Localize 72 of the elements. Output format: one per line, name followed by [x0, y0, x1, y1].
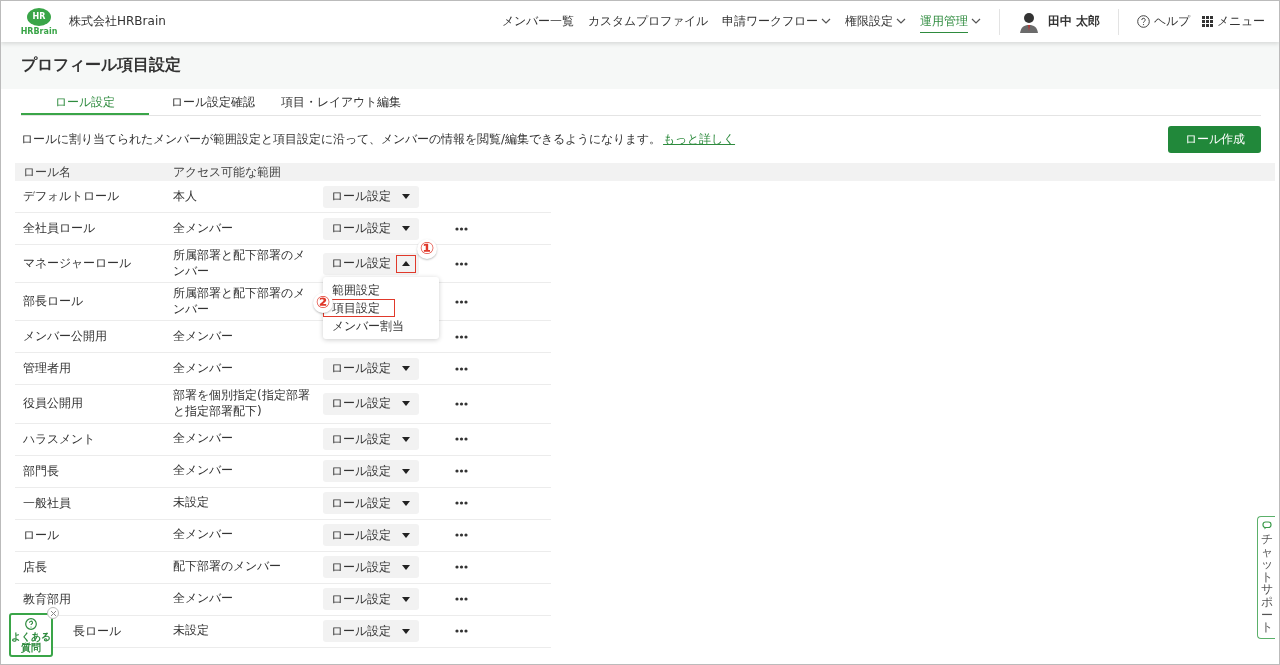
- role-settings-dropdown[interactable]: ロール設定: [323, 620, 419, 643]
- table-cell-text: 所属部署と配下部署のメンバー: [173, 285, 306, 318]
- menu-link[interactable]: メニュー: [1202, 13, 1265, 30]
- table-cell-text: 所属部署と配下部署のメンバー: [173, 247, 306, 280]
- nav-link[interactable]: 申請ワークフロー: [721, 11, 831, 32]
- table-cell-text: 役員公開用: [22, 395, 84, 413]
- table-cell-text: 部長ロール: [22, 293, 84, 311]
- callout-number: ②: [313, 292, 333, 313]
- description-text: ロールに割り当てられたメンバーが範囲設定と項目設定に沿って、メンバーの情報を閲覧/編集できるようになります。 もっと詳しく: [21, 131, 736, 148]
- role-settings-dropdown[interactable]: ロール設定: [323, 460, 419, 483]
- callout-number: ①: [417, 238, 437, 259]
- help-icon: [25, 617, 37, 630]
- table-cell-text: 教育部用: [22, 590, 72, 608]
- table-cell-text: 未設定: [173, 494, 210, 512]
- tab[interactable]: ロール設定: [21, 94, 149, 115]
- table-cell-text: デフォルトロール: [22, 188, 120, 205]
- menu-item[interactable]: メンバー割当: [323, 316, 413, 335]
- role-settings-dropdown[interactable]: ロール設定: [323, 217, 419, 240]
- chat-support-tab[interactable]: チャットサポート: [1257, 516, 1275, 639]
- table-cell-text: ロール: [22, 526, 60, 544]
- table-cell-text: 配下部署のメンバー: [173, 558, 282, 576]
- table-cell-text: 全社員ロール: [22, 220, 96, 237]
- column-header: アクセス可能な範囲: [173, 163, 281, 181]
- role-settings-dropdown[interactable]: ロール設定: [323, 392, 419, 415]
- avatar-icon: [1017, 10, 1040, 33]
- table-cell-text: メンバー公開用: [22, 328, 108, 346]
- table-cell-text: 全メンバー: [173, 462, 234, 480]
- close-icon: [49, 609, 57, 617]
- table-cell-text: 全メンバー: [173, 590, 234, 608]
- table-cell-text: 管理者用: [22, 360, 72, 378]
- nav-link[interactable]: メンバー一覧: [501, 11, 574, 32]
- table-cell-text: マネージャーロール: [22, 255, 132, 273]
- role-settings-dropdown[interactable]: ロール設定: [323, 588, 419, 611]
- role-settings-dropdown[interactable]: ロール設定: [323, 357, 419, 380]
- table-cell-text: 長ロール: [72, 622, 122, 640]
- user-name[interactable]: 田中 太郎: [1047, 13, 1100, 30]
- nav-link[interactable]: 権限設定: [844, 11, 906, 32]
- logo-mark: HR: [27, 7, 51, 26]
- table-cell-text: 部門長: [22, 462, 60, 480]
- table-cell-text: 全メンバー: [173, 526, 234, 544]
- table-cell-text: 本人: [173, 187, 198, 205]
- role-settings-dropdown[interactable]: ロール設定: [323, 492, 419, 515]
- close-button[interactable]: [47, 607, 59, 619]
- table-cell-text: 全メンバー: [173, 219, 234, 237]
- nav-link[interactable]: 運用管理: [919, 10, 981, 33]
- table-cell-text: 全メンバー: [173, 328, 234, 346]
- company-name: 株式会社HRBrain: [69, 13, 166, 30]
- role-settings-dropdown[interactable]: ロール設定: [323, 524, 419, 547]
- column-header: ロール名: [22, 163, 72, 181]
- nav-link[interactable]: カスタムプロファイル: [587, 11, 708, 32]
- table-cell-text: 全メンバー: [173, 360, 234, 378]
- tab[interactable]: 項目・レイアウト編集: [277, 94, 405, 115]
- create-role-button[interactable]: ロール作成: [1168, 126, 1261, 153]
- learn-more-link[interactable]: もっと詳しく: [663, 132, 736, 146]
- help-icon: [1137, 15, 1150, 28]
- role-settings-dropdown[interactable]: ロール設定: [323, 428, 419, 451]
- grid-menu-icon: [1202, 16, 1213, 27]
- role-settings-dropdown[interactable]: ロール設定: [323, 252, 419, 275]
- help-link[interactable]: ヘルプ: [1137, 13, 1190, 30]
- chat-bubble-icon: [1261, 521, 1272, 530]
- logo-wordmark: HRBrain: [20, 26, 58, 36]
- table-cell-text: 部署を個別指定(指定部署と指定部署配下): [173, 387, 311, 420]
- faq-widget[interactable]: よくある質問: [9, 613, 53, 657]
- role-settings-dropdown[interactable]: ロール設定: [323, 185, 419, 208]
- page-title: プロフィール項目設定: [21, 55, 181, 76]
- table-cell-text: 店長: [22, 558, 48, 576]
- table-cell-text: 一般社員: [22, 494, 72, 512]
- table-cell-text: 全メンバー: [173, 430, 234, 448]
- table-cell-text: ハラスメント: [22, 430, 96, 448]
- role-settings-dropdown[interactable]: ロール設定: [323, 556, 419, 579]
- tab[interactable]: ロール設定確認: [149, 94, 277, 115]
- table-cell-text: 未設定: [173, 622, 210, 640]
